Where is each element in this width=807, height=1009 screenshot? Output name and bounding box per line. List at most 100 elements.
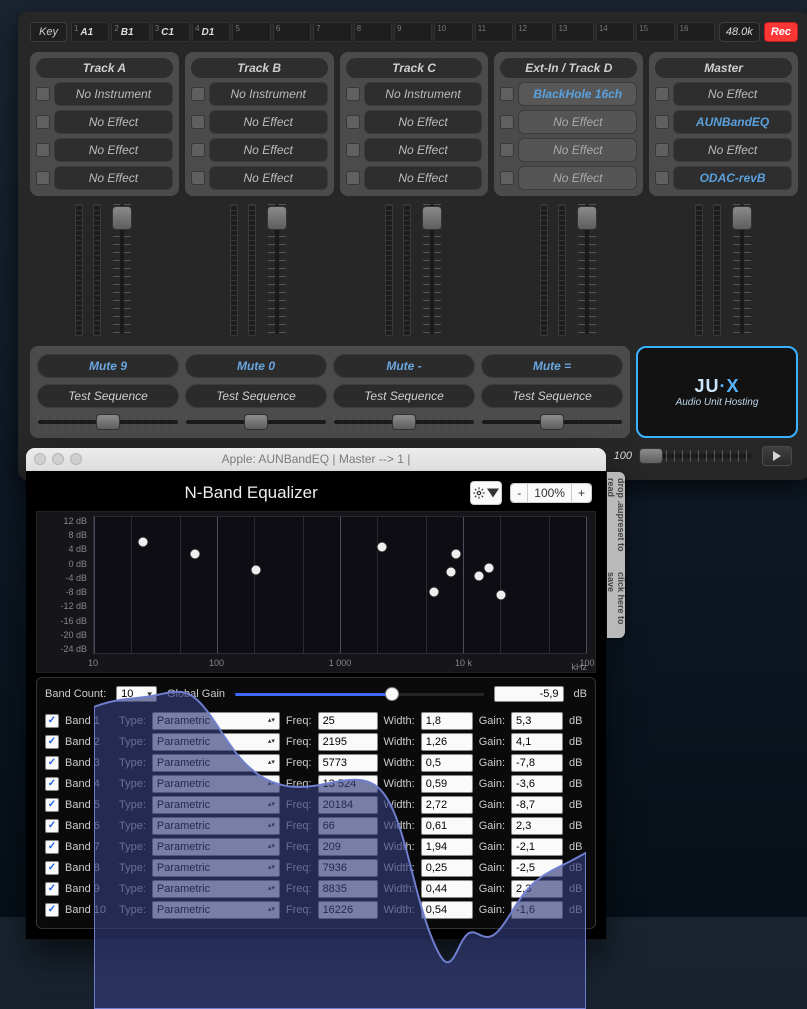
slot-enable-toggle[interactable] — [500, 115, 514, 129]
bank-cell[interactable]: 14 — [596, 22, 634, 42]
graph-plot-area[interactable] — [93, 516, 587, 654]
band-enable-checkbox[interactable]: ✓ — [45, 819, 59, 833]
test-sequence-button[interactable]: Test Sequence — [37, 384, 179, 408]
bank-cell[interactable]: 1A1 — [71, 22, 109, 42]
record-button[interactable]: Rec — [764, 22, 798, 42]
key-button[interactable]: Key — [30, 22, 67, 42]
effect-button[interactable]: No Effect — [54, 138, 173, 162]
slot-enable-toggle[interactable] — [36, 115, 50, 129]
eq-band-handle[interactable] — [251, 565, 262, 576]
effect-button[interactable]: No Effect — [209, 138, 328, 162]
brand-box[interactable]: JU·X Audio Unit Hosting — [636, 346, 798, 438]
band-enable-checkbox[interactable]: ✓ — [45, 756, 59, 770]
instrument-button[interactable]: No Instrument — [54, 82, 173, 106]
instrument-button[interactable]: No Instrument — [209, 82, 328, 106]
effect-button[interactable]: No Effect — [518, 138, 637, 162]
bank-cell[interactable]: 12 — [515, 22, 553, 42]
zoom-out-button[interactable]: - — [511, 484, 527, 502]
effect-button[interactable]: No Effect — [364, 138, 483, 162]
volume-fader[interactable] — [266, 204, 288, 334]
plugin-titlebar[interactable]: Apple: AUNBandEQ | Master --> 1 | — [26, 448, 606, 471]
effect-button[interactable]: No Effect — [364, 166, 483, 190]
bank-cell[interactable]: 11 — [475, 22, 513, 42]
mute-button[interactable]: Mute 9 — [37, 354, 179, 378]
eq-band-handle[interactable] — [474, 570, 485, 581]
volume-fader[interactable] — [576, 204, 598, 334]
effect-button[interactable]: No Effect — [54, 166, 173, 190]
slot-enable-toggle[interactable] — [36, 171, 50, 185]
global-gain-slider[interactable] — [235, 687, 484, 701]
effect-button[interactable]: No Effect — [209, 166, 328, 190]
band-enable-checkbox[interactable]: ✓ — [45, 735, 59, 749]
test-sequence-button[interactable]: Test Sequence — [185, 384, 327, 408]
band-enable-checkbox[interactable]: ✓ — [45, 882, 59, 896]
slot-enable-toggle[interactable] — [346, 115, 360, 129]
pan-slider[interactable] — [482, 414, 622, 430]
slot-enable-toggle[interactable] — [36, 87, 50, 101]
effect-button[interactable]: No Effect — [518, 166, 637, 190]
mute-button[interactable]: Mute - — [333, 354, 475, 378]
slot-enable-toggle[interactable] — [346, 171, 360, 185]
play-button[interactable] — [762, 446, 792, 466]
minimize-icon[interactable] — [52, 453, 64, 465]
transport-slider[interactable] — [642, 448, 752, 464]
bank-cell[interactable]: 5 — [232, 22, 270, 42]
preset-strip[interactable]: drop .aupreset to read click here to sav… — [607, 472, 625, 638]
effect-button[interactable]: No Effect — [673, 138, 792, 162]
window-controls[interactable] — [34, 453, 82, 465]
bank-cell[interactable]: 15 — [636, 22, 674, 42]
slot-enable-toggle[interactable] — [500, 171, 514, 185]
bank-cell[interactable]: 9 — [394, 22, 432, 42]
effect-button[interactable]: No Effect — [364, 110, 483, 134]
track-header[interactable]: Track B — [191, 58, 328, 78]
track-header[interactable]: Track A — [36, 58, 173, 78]
band-enable-checkbox[interactable]: ✓ — [45, 714, 59, 728]
slot-enable-toggle[interactable] — [655, 87, 669, 101]
bank-cell[interactable]: 16 — [677, 22, 715, 42]
volume-fader[interactable] — [421, 204, 443, 334]
slot-enable-toggle[interactable] — [191, 143, 205, 157]
slot-enable-toggle[interactable] — [500, 87, 514, 101]
pan-slider[interactable] — [38, 414, 178, 430]
instrument-button[interactable]: BlackHole 16ch — [518, 82, 637, 106]
zoom-in-button[interactable]: + — [571, 484, 591, 502]
bank-cell[interactable]: 10 — [434, 22, 472, 42]
bank-cell[interactable]: 4D1 — [192, 22, 230, 42]
eq-band-handle[interactable] — [137, 537, 148, 548]
band-enable-checkbox[interactable]: ✓ — [45, 861, 59, 875]
effect-button[interactable]: No Effect — [518, 110, 637, 134]
bank-cell[interactable]: 3C1 — [152, 22, 190, 42]
test-sequence-button[interactable]: Test Sequence — [333, 384, 475, 408]
bank-cell[interactable]: 6 — [273, 22, 311, 42]
test-sequence-button[interactable]: Test Sequence — [481, 384, 623, 408]
band-enable-checkbox[interactable]: ✓ — [45, 903, 59, 917]
eq-band-handle[interactable] — [428, 586, 439, 597]
track-header[interactable]: Ext-In / Track D — [500, 58, 637, 78]
eq-band-handle[interactable] — [376, 541, 387, 552]
band-enable-checkbox[interactable]: ✓ — [45, 798, 59, 812]
effect-button[interactable]: AUNBandEQ — [673, 110, 792, 134]
pan-slider[interactable] — [186, 414, 326, 430]
effect-button[interactable]: No Effect — [209, 110, 328, 134]
slot-enable-toggle[interactable] — [191, 87, 205, 101]
close-icon[interactable] — [34, 453, 46, 465]
settings-button[interactable] — [470, 481, 502, 505]
instrument-button[interactable]: No Instrument — [364, 82, 483, 106]
instrument-button[interactable]: No Effect — [673, 82, 792, 106]
bank-cell[interactable]: 2B1 — [111, 22, 149, 42]
volume-fader[interactable] — [731, 204, 753, 334]
bank-cell[interactable]: 8 — [354, 22, 392, 42]
slot-enable-toggle[interactable] — [500, 143, 514, 157]
slot-enable-toggle[interactable] — [191, 115, 205, 129]
zoom-icon[interactable] — [70, 453, 82, 465]
effect-button[interactable]: ODAC-revB — [673, 166, 792, 190]
eq-graph[interactable]: 12 dB8 dB4 dB0 dB-4 dB-8 dB-12 dB-16 dB-… — [36, 511, 596, 673]
eq-band-handle[interactable] — [445, 566, 456, 577]
effect-button[interactable]: No Effect — [54, 110, 173, 134]
sample-rate-button[interactable]: 48.0k — [719, 22, 760, 42]
slot-enable-toggle[interactable] — [36, 143, 50, 157]
eq-band-handle[interactable] — [189, 548, 200, 559]
track-header[interactable]: Track C — [346, 58, 483, 78]
volume-fader[interactable] — [111, 204, 133, 334]
slot-enable-toggle[interactable] — [191, 171, 205, 185]
